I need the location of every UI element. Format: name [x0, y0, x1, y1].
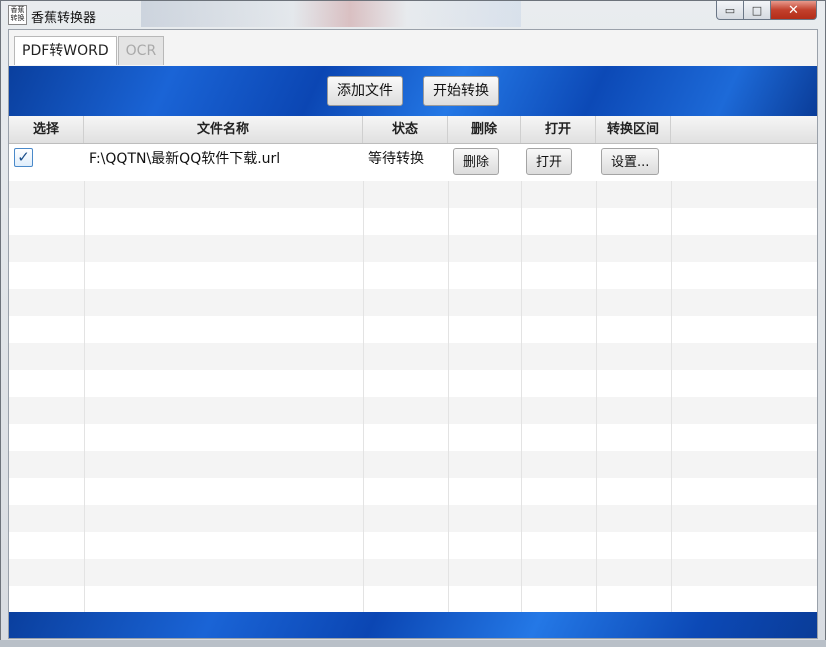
table-row-empty	[9, 478, 817, 505]
open-file-button[interactable]: 打开	[526, 148, 573, 175]
desktop-background-strip	[0, 640, 826, 647]
range-settings-button[interactable]: 设置...	[601, 148, 660, 175]
table-row-empty	[9, 235, 817, 262]
column-divider	[363, 144, 364, 612]
table-row-empty	[9, 370, 817, 397]
table-row-empty	[9, 262, 817, 289]
file-table: 选择 文件名称 状态 删除 打开 转换区间 ✓ F:\QQTN\最新QQ软件下载…	[9, 116, 817, 612]
column-header-filename[interactable]: 文件名称	[84, 116, 363, 143]
select-checkbox[interactable]: ✓	[14, 148, 33, 167]
column-divider	[521, 144, 522, 612]
tab-bar: PDF转WORD OCR	[14, 36, 165, 66]
footer-banner	[9, 612, 817, 638]
delete-row-button[interactable]: 删除	[453, 148, 500, 175]
table-row-empty	[9, 532, 817, 559]
table-row-empty	[9, 181, 817, 208]
minimize-button[interactable]: ▭	[716, 1, 744, 20]
add-file-button[interactable]: 添加文件	[327, 76, 403, 106]
table-row-empty	[9, 397, 817, 424]
file-name-cell: F:\QQTN\最新QQ软件下载.url	[89, 151, 281, 167]
table-row-empty	[9, 451, 817, 478]
background-desktop-blur	[141, 1, 521, 27]
column-divider	[671, 144, 672, 612]
column-header-status[interactable]: 状态	[363, 116, 448, 143]
table-header: 选择 文件名称 状态 删除 打开 转换区间	[9, 116, 817, 144]
column-divider	[596, 144, 597, 612]
maximize-button[interactable]: □	[744, 1, 771, 20]
main-content: PDF转WORD OCR 添加文件 开始转换 选择 文件名称 状态 删除 打开 …	[8, 29, 818, 639]
table-row-empty	[9, 289, 817, 316]
tab-pdf-to-word[interactable]: PDF转WORD	[14, 36, 117, 65]
start-convert-button[interactable]: 开始转换	[423, 76, 499, 106]
column-header-range[interactable]: 转换区间	[596, 116, 671, 143]
close-button[interactable]: ✕	[771, 1, 817, 20]
column-divider	[448, 144, 449, 612]
app-window: 香蕉转换 香蕉转换器 ▭ □ ✕ PDF转WORD OCR 添加文件 开始转换 …	[0, 0, 826, 647]
table-row-empty	[9, 559, 817, 586]
table-body	[9, 144, 817, 612]
table-row-empty	[9, 343, 817, 370]
table-row-empty	[9, 505, 817, 532]
table-row-empty	[9, 316, 817, 343]
table-row-empty	[9, 208, 817, 235]
status-cell: 等待转换	[368, 151, 424, 167]
window-title: 香蕉转换器	[31, 11, 97, 26]
tab-ocr[interactable]: OCR	[117, 36, 165, 65]
column-header-delete[interactable]: 删除	[448, 116, 521, 143]
file-row: ✓ F:\QQTN\最新QQ软件下载.url 等待转换 删除 打开 设置...	[9, 144, 817, 181]
toolbar-banner: 添加文件 开始转换	[9, 66, 817, 116]
window-controls: ▭ □ ✕	[716, 1, 817, 20]
title-bar[interactable]: 香蕉转换 香蕉转换器 ▭ □ ✕	[1, 1, 825, 29]
table-row-empty	[9, 586, 817, 612]
table-row-empty	[9, 424, 817, 451]
column-header-select[interactable]: 选择	[9, 116, 84, 143]
app-logo-icon: 香蕉转换	[8, 5, 27, 25]
column-header-open[interactable]: 打开	[521, 116, 596, 143]
column-divider	[84, 144, 85, 612]
